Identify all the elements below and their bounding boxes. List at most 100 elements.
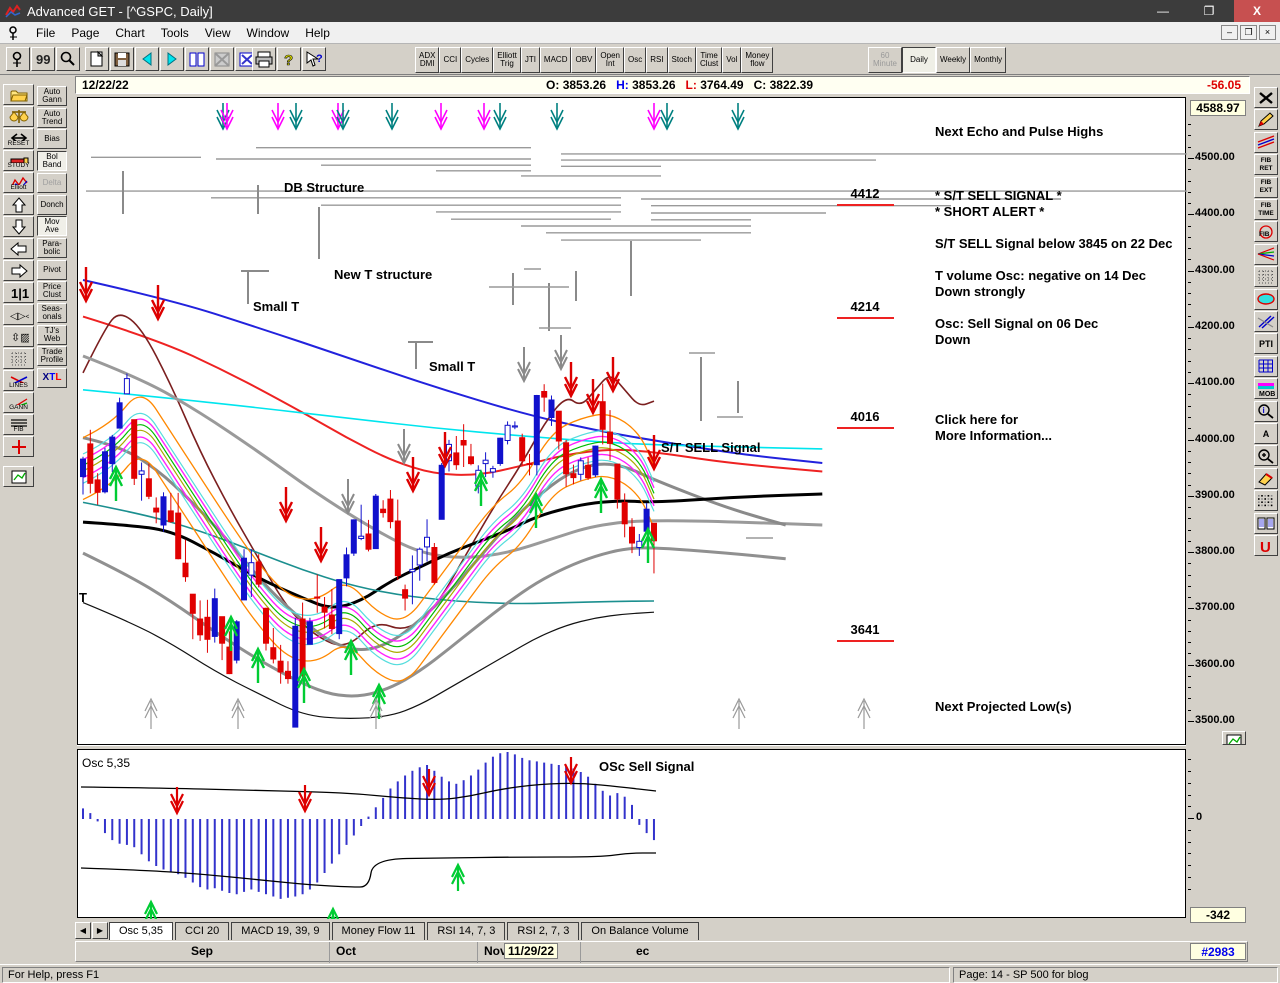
scroll-left-button[interactable] — [3, 238, 34, 259]
study-money-flow[interactable]: Money flow — [741, 47, 774, 73]
tab-rsi-2-7-3[interactable]: RSI 2, 7, 3 — [507, 922, 580, 940]
bar-spacing-button[interactable]: 1|1 — [3, 282, 34, 303]
pin-lines-button[interactable] — [1254, 311, 1278, 332]
search-button[interactable] — [56, 47, 80, 71]
tab-scroll-left[interactable]: ◀ — [75, 922, 91, 939]
timeframe-60-minute[interactable]: 60 Minute — [868, 47, 902, 73]
more-information-link[interactable]: More Information... — [935, 428, 1052, 443]
vertical-scale-button[interactable]: ⇳▨ — [3, 326, 34, 347]
scroll-down-button[interactable] — [3, 216, 34, 237]
mdi-restore-button[interactable]: ❐ — [1240, 25, 1257, 40]
timeframe-weekly[interactable]: Weekly — [936, 47, 971, 73]
study-cycles[interactable]: Cycles — [461, 47, 494, 73]
study-time-clust[interactable]: Time Clust — [696, 47, 723, 73]
bar-width-button[interactable]: ◁▷◁ — [3, 304, 34, 325]
study-auto-gann[interactable]: Auto Gann — [37, 86, 67, 106]
study-elliott-trig[interactable]: Elliott Trig — [493, 47, 521, 73]
study-xtl[interactable]: XTL — [37, 368, 67, 389]
study-adx-dmi[interactable]: ADX DMI — [415, 47, 440, 73]
study-cci[interactable]: CCI — [439, 47, 462, 73]
price-chart-pane[interactable]: DB Structure New T structure Small T Small … — [77, 97, 1245, 745]
tile-window-button[interactable] — [185, 47, 209, 71]
study-open-int[interactable]: Open Int — [596, 47, 624, 73]
study-delta[interactable]: Delta — [37, 172, 67, 193]
menu-window[interactable]: Window — [239, 23, 298, 43]
pin-button[interactable] — [6, 47, 30, 71]
study-auto-trend[interactable]: Auto Trend — [37, 107, 67, 128]
scroll-up-button[interactable] — [3, 194, 34, 215]
text-tool-button[interactable]: A — [1254, 423, 1278, 444]
page-next-button[interactable] — [160, 47, 184, 71]
study-vol[interactable]: Vol — [722, 47, 742, 73]
minimize-button[interactable]: — — [1140, 0, 1186, 22]
more-information-link[interactable]: Click here for — [935, 412, 1018, 427]
restore-button[interactable]: ❐ — [1186, 0, 1232, 22]
study-osc[interactable]: Osc — [623, 47, 647, 73]
open-folder-button[interactable] — [3, 84, 34, 105]
study-seas--onals[interactable]: Seas-onals — [37, 303, 67, 323]
trend-lines-tool-button[interactable] — [1254, 131, 1278, 153]
tab-money-flow-11[interactable]: Money Flow 11 — [331, 922, 426, 940]
study-trade-profile[interactable]: Trade Profile — [37, 346, 67, 367]
fan-lines-button[interactable] — [1254, 243, 1278, 265]
new-doc-button[interactable] — [85, 47, 109, 71]
grid-button[interactable] — [3, 348, 34, 369]
zoom-tool-button[interactable] — [1254, 445, 1278, 467]
print-button[interactable] — [252, 47, 276, 71]
study-donch[interactable]: Donch — [37, 194, 67, 215]
menu-tools[interactable]: Tools — [153, 23, 197, 43]
study-macd[interactable]: MACD — [539, 47, 572, 73]
pattern-tool-button[interactable] — [1254, 490, 1278, 512]
scroll-right-button[interactable] — [3, 260, 34, 281]
tab-scroll-right[interactable]: ▶ — [92, 922, 108, 939]
tab-cci-20[interactable]: CCI 20 — [175, 922, 230, 940]
study-stoch[interactable]: Stoch — [667, 47, 697, 73]
blue-grid-button[interactable] — [1254, 355, 1278, 377]
chart-page-button[interactable] — [3, 466, 34, 487]
menu-help[interactable]: Help — [297, 23, 338, 43]
grid-tool-button[interactable] — [1254, 266, 1278, 288]
study-jti[interactable]: JTI — [520, 47, 540, 73]
menu-file[interactable]: File — [28, 23, 63, 43]
mdi-close-button[interactable]: × — [1259, 25, 1276, 40]
help-button[interactable]: ?? — [277, 47, 301, 71]
ellipse-tool-button[interactable] — [1254, 288, 1278, 310]
fib-time-button[interactable]: FIB TIME — [1254, 199, 1278, 220]
fib-circle-button[interactable]: FIB — [1254, 221, 1278, 243]
pencil-tool-button[interactable] — [1254, 109, 1278, 131]
timeframe-daily[interactable]: Daily — [902, 47, 936, 73]
eraser-tool-button[interactable] — [1254, 467, 1278, 489]
mdi-minimize-button[interactable]: – — [1221, 25, 1238, 40]
mob-tool-button[interactable]: MOB — [1254, 378, 1278, 400]
page-prev-button[interactable] — [135, 47, 159, 71]
save-button[interactable] — [110, 47, 134, 71]
pti-tool-button[interactable]: PTI — [1254, 333, 1278, 355]
study-mov-ave[interactable]: Mov Ave — [37, 216, 67, 237]
tab-rsi-14-7-3[interactable]: RSI 14, 7, 3 — [427, 922, 506, 940]
study-bol-band[interactable]: Bol Band — [37, 151, 67, 172]
context-help-button[interactable]: ? — [302, 47, 326, 71]
study-rsi[interactable]: RSI — [646, 47, 668, 73]
fib-retrace-button[interactable]: FIB RET — [1254, 154, 1278, 176]
fib-button[interactable]: FIB — [3, 414, 34, 435]
gann-button[interactable]: GANN — [3, 392, 34, 413]
lines-button[interactable]: LINES — [3, 370, 34, 391]
study-tjs-web[interactable]: TJ's Web — [37, 324, 67, 345]
u-turn-tool-button[interactable]: U — [1254, 535, 1278, 556]
tab-macd-19-39-9[interactable]: MACD 19, 39, 9 — [231, 922, 330, 940]
window-gray-button[interactable] — [210, 47, 234, 71]
tab-on-balance-volume[interactable]: On Balance Volume — [581, 922, 699, 940]
scales-button[interactable] — [3, 106, 34, 127]
study-button[interactable]: STUDY — [3, 150, 34, 171]
menu-chart[interactable]: Chart — [107, 23, 152, 43]
chart-scale-button[interactable] — [1222, 731, 1246, 745]
tab-osc-5-35[interactable]: Osc 5,35 — [109, 922, 174, 940]
study-obv[interactable]: OBV — [571, 47, 597, 73]
study-para--bolic[interactable]: Para-bolic — [37, 237, 67, 258]
study-pivot[interactable]: Pivot — [37, 259, 67, 280]
timeframe-monthly[interactable]: Monthly — [970, 47, 1007, 73]
elliott-button[interactable]: Elliott — [3, 172, 34, 193]
fib-extension-button[interactable]: FIB EXT — [1254, 176, 1278, 198]
notes-tool-button[interactable] — [1254, 512, 1278, 534]
crosshair-button[interactable] — [3, 436, 34, 457]
